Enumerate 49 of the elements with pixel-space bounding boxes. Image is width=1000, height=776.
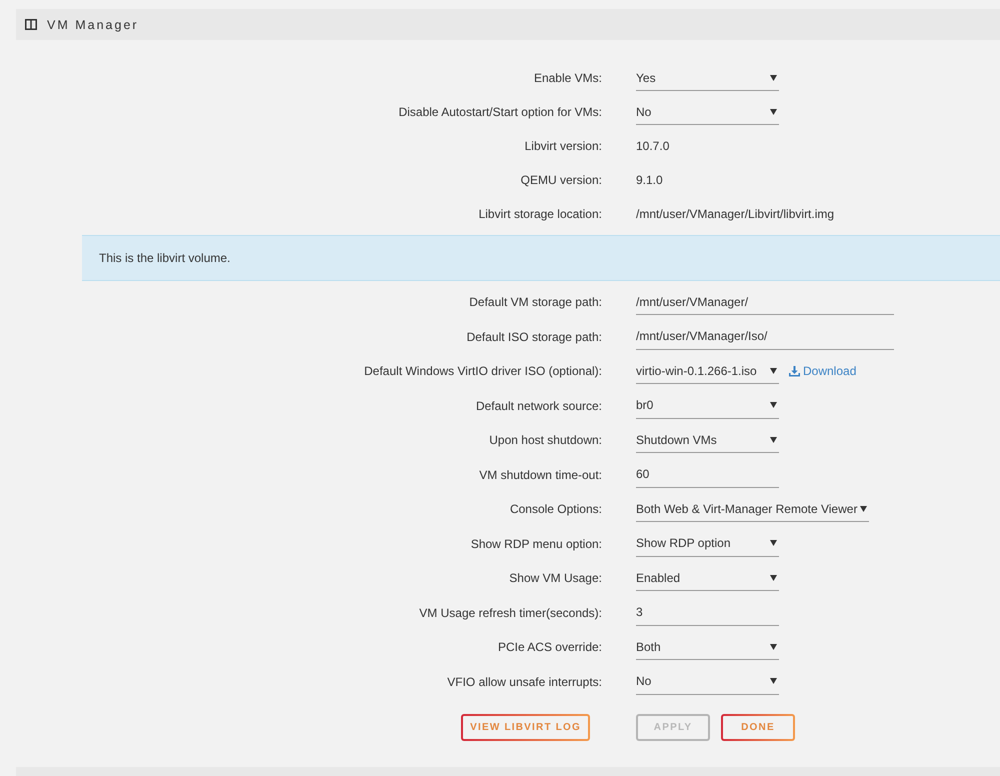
dropdown[interactable]: br0 [636,392,779,419]
caret-icon [770,678,777,684]
setting-label: Console Options: [510,502,602,516]
setting-label: Default Windows VirtIO driver ISO (optional): [364,364,602,378]
setting-label: VFIO allow unsafe interrupts: [447,674,602,689]
caret-icon [770,74,777,80]
setting-label: Default VM storage path: [469,295,602,310]
setting-value: 10.7.0 [636,139,670,153]
setting-label: Libvirt storage location: [478,207,602,221]
caret-icon [770,644,777,650]
caret-icon [770,108,777,114]
setting-label: VM Usage refresh timer(seconds): [419,606,602,620]
dropdown[interactable]: Show RDP option [636,530,779,557]
text-field[interactable]: 3 [636,600,779,626]
caret-icon [770,540,777,546]
text-field[interactable]: /mnt/user/VManager/ [636,289,894,316]
setting-label: Enable VMs: [534,71,602,85]
info-message: This is the libvirt volume. [82,235,1000,281]
download-link[interactable]: Download [789,364,856,378]
dropdown[interactable]: Enabled [636,565,779,592]
caret-icon [860,506,868,512]
dropdown[interactable]: Both Web & Virt-Manager Remote Viewer [636,496,870,522]
setting-label: Show VM Usage: [509,571,602,586]
setting-label: Libvirt version: [524,139,602,153]
setting-label: Disable Autostart/Start option for VMs: [398,105,602,119]
setting-value: 9.1.0 [636,173,663,187]
dropdown[interactable]: Shutdown VMs [636,427,779,454]
dropdown[interactable]: virtio-win-0.1.266-1.iso [636,358,779,384]
setting-label: VM shutdown time-out: [479,468,602,482]
setting-label: Upon host shutdown: [489,433,602,448]
download-icon [789,366,800,377]
caret-icon [770,368,777,374]
columns-icon [25,19,37,30]
dropdown[interactable]: No [636,99,779,125]
setting-label: PCIe ACS override: [498,640,602,654]
caret-icon [770,436,777,443]
setting-label: Default ISO storage path: [466,330,602,344]
text-field[interactable]: 60 [636,462,779,488]
setting-label: QEMU version: [520,173,602,187]
text-field[interactable]: /mnt/user/VManager/Iso/ [636,324,894,350]
dropdown[interactable]: No [636,668,779,695]
dropdown[interactable]: Both [636,634,779,660]
panel-title: VM Manager [47,18,139,32]
setting-value: /mnt/user/VManager/Libvirt/libvirt.img [636,207,834,221]
caret-icon [770,402,777,408]
caret-icon [770,574,777,581]
setting-label: Show RDP menu option: [470,536,602,551]
setting-label: Default network source: [476,398,602,413]
dropdown[interactable]: Yes [636,65,779,91]
